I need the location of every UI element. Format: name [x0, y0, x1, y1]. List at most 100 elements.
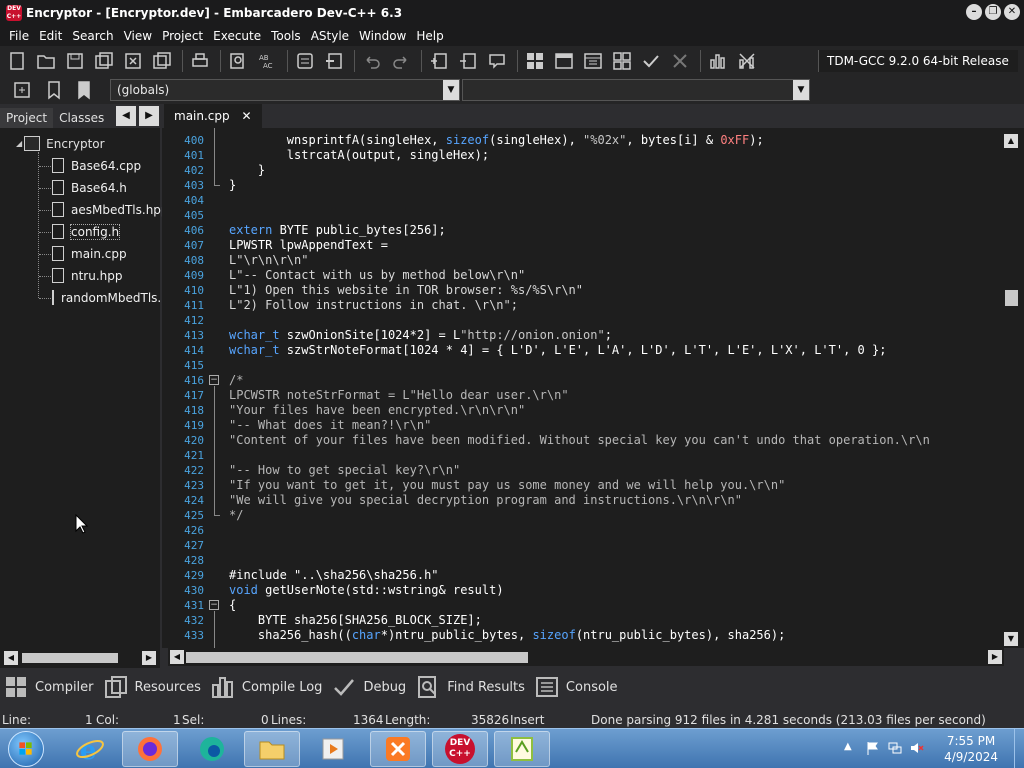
print-icon[interactable] — [187, 48, 213, 74]
compile-run-icon[interactable] — [580, 48, 606, 74]
menu-help[interactable]: Help — [411, 29, 448, 43]
close-icon[interactable]: ✕ — [241, 109, 251, 123]
tree-file[interactable]: main.cpp — [52, 246, 127, 261]
tree-file[interactable]: Base64.h — [52, 180, 127, 195]
new-file-icon[interactable] — [4, 48, 30, 74]
fold-toggle-icon[interactable]: − — [209, 375, 219, 385]
tray-expand-icon[interactable]: ▲ — [844, 741, 858, 755]
tab-find-results[interactable]: Find Results — [416, 675, 525, 699]
menu-edit[interactable]: Edit — [34, 29, 67, 43]
tab-compiler[interactable]: Compiler — [4, 675, 94, 699]
tab-resources[interactable]: Resources — [104, 675, 201, 699]
menu-search[interactable]: Search — [67, 29, 118, 43]
compile-icon[interactable] — [522, 48, 548, 74]
scroll-right-icon[interactable]: ▶ — [142, 651, 156, 665]
restore-button[interactable]: ❐ — [985, 4, 1001, 20]
taskbar-clock[interactable]: 7:55 PM 4/9/2024 — [944, 733, 998, 765]
tree-file[interactable]: aesMbedTls.hpp — [52, 202, 169, 217]
scroll-thumb[interactable] — [1005, 290, 1018, 306]
menu-view[interactable]: View — [119, 29, 157, 43]
menu-file[interactable]: File — [4, 29, 34, 43]
code-editor[interactable]: 400 401 402 403 404 405 406 407 408 409 410 411 412 4… — [162, 128, 1024, 648]
tab-compile-log[interactable]: Compile Log — [211, 675, 322, 699]
scroll-thumb[interactable] — [186, 652, 528, 663]
remove-file-icon[interactable] — [455, 48, 481, 74]
left-horizontal-scrollbar[interactable]: ◀ ▶ — [4, 650, 156, 666]
taskbar-edge[interactable] — [184, 731, 240, 767]
chevron-left-icon[interactable]: ◀ — [116, 106, 136, 126]
project-options-icon[interactable] — [484, 48, 510, 74]
tree-file[interactable]: ntru.hpp — [52, 268, 123, 283]
menu-window[interactable]: Window — [354, 29, 411, 43]
run-icon[interactable] — [551, 48, 577, 74]
taskbar-notepad-plus-plus[interactable] — [494, 731, 550, 767]
taskbar-file-explorer[interactable] — [244, 731, 300, 767]
new-project-icon[interactable] — [426, 48, 452, 74]
tab-main-cpp[interactable]: main.cpp ✕ — [164, 104, 262, 128]
volume-muted-icon[interactable] — [910, 741, 924, 755]
close-button[interactable]: ✕ — [1004, 4, 1020, 20]
fold-toggle-icon[interactable]: − — [209, 600, 219, 610]
open-folder-icon[interactable] — [33, 48, 59, 74]
chevron-down-icon[interactable]: ▼ — [793, 80, 809, 100]
menu-execute[interactable]: Execute — [208, 29, 266, 43]
save-all-icon[interactable] — [91, 48, 117, 74]
scroll-down-icon[interactable]: ▼ — [1004, 632, 1018, 646]
save-icon[interactable] — [62, 48, 88, 74]
delete-profile-icon[interactable] — [734, 48, 760, 74]
tab-debug[interactable]: Debug — [332, 675, 406, 699]
function-combo[interactable]: ▼ — [462, 79, 810, 101]
code-line: "If you want to get it, you must pay us … — [229, 478, 786, 492]
scroll-thumb[interactable] — [22, 653, 118, 663]
bookmark-icon[interactable] — [42, 79, 66, 101]
syntax-check-icon[interactable] — [638, 48, 664, 74]
rebuild-all-icon[interactable] — [609, 48, 635, 74]
tree-file[interactable]: Base64.cpp — [52, 158, 141, 173]
tree-file-selected[interactable]: config.h — [52, 223, 121, 240]
scroll-up-icon[interactable]: ▲ — [1004, 134, 1018, 148]
close-all-icon[interactable] — [149, 48, 175, 74]
tree-file[interactable]: randomMbedTls.hpp — [52, 290, 160, 305]
scroll-right-icon[interactable]: ▶ — [988, 650, 1002, 664]
tab-project[interactable]: Project — [0, 108, 54, 128]
close-file-icon[interactable] — [120, 48, 146, 74]
taskbar-xampp[interactable] — [370, 731, 426, 767]
indent-icon[interactable] — [292, 48, 318, 74]
network-icon[interactable] — [888, 741, 902, 755]
flag-icon[interactable] — [866, 741, 880, 755]
code-line: lstrcatA(output, singleHex); — [229, 148, 490, 162]
stop-execution-icon[interactable] — [667, 48, 693, 74]
start-button[interactable] — [8, 731, 44, 767]
goto-bookmark-icon[interactable] — [72, 79, 96, 101]
unindent-icon[interactable] — [321, 48, 347, 74]
editor-vertical-scrollbar[interactable]: ▲ ▼ — [1003, 132, 1020, 648]
compiler-selector[interactable]: TDM-GCC 9.2.0 64-bit Release — [818, 50, 1018, 72]
editor-horizontal-scrollbar[interactable]: ◀ ▶ — [168, 648, 1004, 666]
find-icon[interactable] — [225, 48, 251, 74]
code-line: wchar_t szwOnionSite[1024*2] = L"http://… — [229, 328, 612, 342]
goto-line-icon[interactable] — [10, 79, 34, 101]
menu-tools[interactable]: Tools — [266, 29, 306, 43]
taskbar-internet-explorer[interactable]: e — [62, 731, 118, 767]
scope-combo[interactable]: (globals) ▼ — [110, 79, 460, 101]
project-root[interactable]: ◢ Encryptor — [16, 136, 105, 151]
tab-console[interactable]: Console — [535, 675, 618, 699]
undo-icon[interactable] — [359, 48, 385, 74]
status-message: Done parsing 912 files in 4.281 seconds … — [591, 713, 986, 727]
taskbar-media-player[interactable] — [306, 731, 362, 767]
tab-classes[interactable]: Classes — [53, 108, 110, 128]
redo-icon[interactable] — [388, 48, 414, 74]
taskbar-devcpp[interactable]: DEV C++ — [432, 731, 488, 767]
menu-astyle[interactable]: AStyle — [306, 29, 354, 43]
replace-icon[interactable]: AB AC — [254, 48, 280, 74]
line-number: 421 — [184, 449, 204, 462]
profile-icon[interactable] — [705, 48, 731, 74]
scroll-left-icon[interactable]: ◀ — [170, 650, 184, 664]
scroll-left-icon[interactable]: ◀ — [4, 651, 18, 665]
minimize-button[interactable]: – — [966, 4, 982, 20]
taskbar-firefox[interactable] — [122, 731, 178, 767]
chevron-down-icon[interactable]: ▼ — [443, 80, 459, 100]
chevron-right-icon[interactable]: ▶ — [139, 106, 159, 126]
menu-project[interactable]: Project — [157, 29, 208, 43]
show-desktop-button[interactable] — [1014, 729, 1024, 768]
